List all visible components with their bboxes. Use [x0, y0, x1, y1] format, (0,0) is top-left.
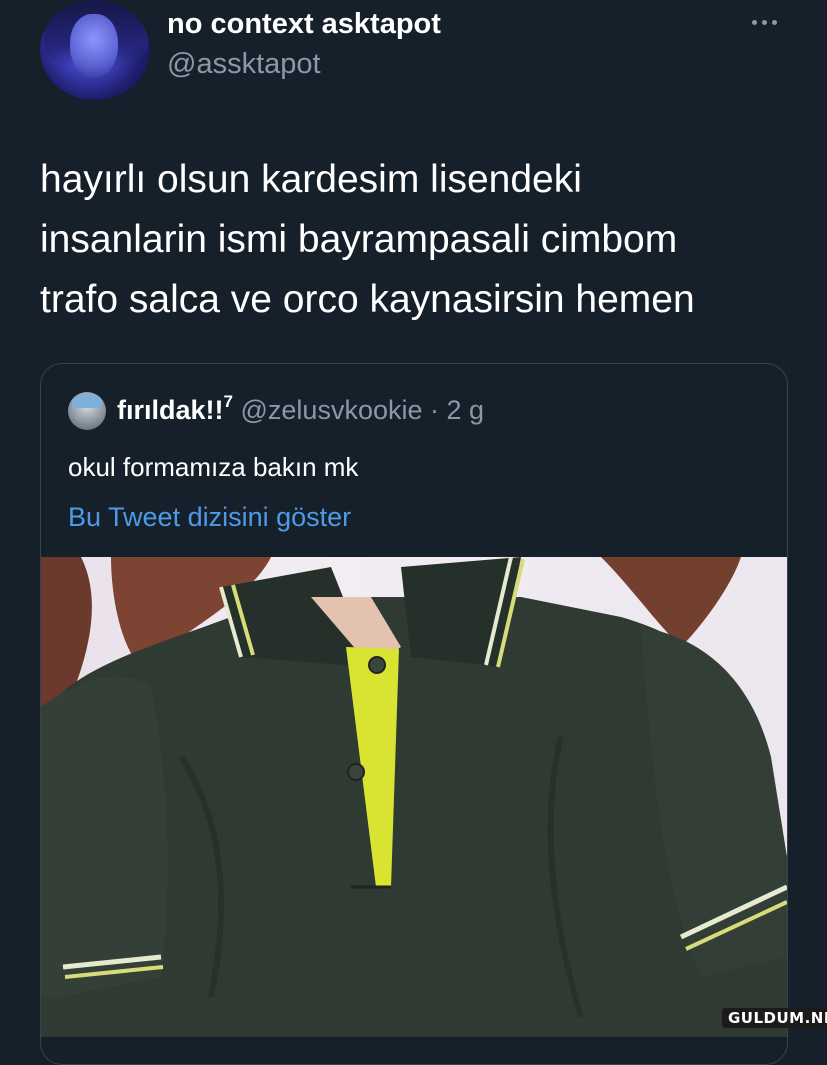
- show-thread-link[interactable]: Bu Tweet dizisini göster: [68, 502, 351, 533]
- more-horizontal-icon[interactable]: [752, 12, 784, 32]
- quoted-tweet-photo[interactable]: [41, 557, 787, 1037]
- author-name[interactable]: no context asktapot: [167, 8, 441, 41]
- tweet-text-line: hayırlı olsun kardesim lisendeki: [40, 158, 582, 201]
- quoted-author-avatar[interactable]: [68, 392, 106, 430]
- separator-dot: ·: [430, 395, 440, 425]
- avatar-hat: [72, 394, 102, 408]
- name-superscript: 7: [223, 392, 233, 411]
- quoted-tweet-text: okul formamıza bakın mk: [68, 452, 359, 482]
- quoted-tweet-card[interactable]: fırıldak!!7 @zelusvkookie · 2 g okul for…: [40, 363, 788, 1065]
- shirt-photo: [41, 557, 787, 1037]
- watermark-logo: GULDUM.NET: [722, 1008, 827, 1028]
- quoted-tweet-header: fırıldak!!7 @zelusvkookie · 2 g: [117, 392, 485, 426]
- avatar-face: [70, 14, 118, 78]
- quoted-author-name[interactable]: fırıldak!!7: [117, 392, 233, 425]
- tweet-text: hayırlı olsun kardesim lisendeki insanla…: [40, 150, 800, 330]
- tweet-text-line: trafo salca ve orco kaynasirsin hemen: [40, 278, 695, 321]
- tweet-text-line: insanlarin ismi bayrampasali cimbom: [40, 218, 678, 261]
- quoted-author-handle: @zelusvkookie: [240, 395, 423, 425]
- author-handle[interactable]: @assktapot: [167, 48, 321, 81]
- author-avatar[interactable]: [40, 0, 150, 100]
- quoted-timestamp[interactable]: 2 g: [447, 395, 485, 425]
